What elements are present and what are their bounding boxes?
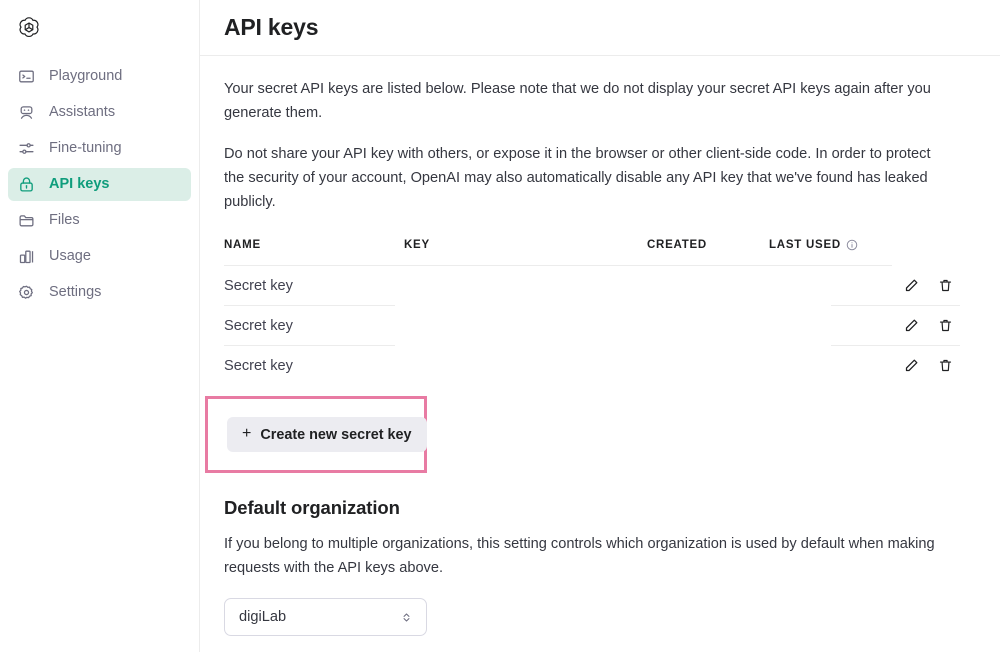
sliders-icon	[18, 140, 35, 157]
sidebar-nav: Playground Assistants Fine-tuning API ke…	[0, 56, 199, 309]
row-actions	[889, 277, 960, 295]
table-row: Secret key	[224, 266, 960, 305]
table-header-row: NAME KEY CREATED LAST USED	[224, 234, 960, 256]
chevron-up-down-icon	[400, 610, 413, 625]
folder-icon	[18, 212, 35, 229]
key-name: Secret key	[224, 317, 293, 334]
sidebar-item-fine-tuning[interactable]: Fine-tuning	[8, 132, 191, 165]
gear-icon	[18, 284, 35, 301]
top-bar: API keys	[200, 0, 1000, 56]
sidebar: Playground Assistants Fine-tuning API ke…	[0, 0, 200, 652]
create-new-secret-key-button[interactable]: + Create new secret key	[227, 417, 427, 453]
terminal-icon	[18, 68, 35, 85]
pencil-icon[interactable]	[902, 317, 920, 335]
column-header-last-used: LAST USED	[769, 239, 889, 251]
sidebar-item-label: Files	[49, 212, 80, 229]
sidebar-item-files[interactable]: Files	[8, 204, 191, 237]
api-keys-page: Playground Assistants Fine-tuning API ke…	[0, 0, 1000, 652]
sidebar-item-label: Settings	[49, 284, 102, 301]
intro-paragraph-1: Your secret API keys are listed below. P…	[224, 81, 931, 121]
trash-icon[interactable]	[936, 317, 954, 335]
row-actions	[889, 357, 960, 375]
main-content: API keys Your secret API keys are listed…	[200, 0, 1000, 652]
intro-paragraph-2: Do not share your API key with others, o…	[224, 146, 931, 210]
bar-chart-icon	[18, 248, 35, 265]
pencil-icon[interactable]	[902, 357, 920, 375]
page-title: API keys	[224, 14, 319, 40]
trash-icon[interactable]	[936, 357, 954, 375]
default-organization-select[interactable]: digiLab	[224, 598, 427, 637]
robot-icon	[18, 104, 35, 121]
sidebar-item-playground[interactable]: Playground	[8, 60, 191, 93]
brand-logo[interactable]	[0, 0, 199, 56]
table-row: Secret key	[224, 306, 960, 345]
default-organization-heading: Default organization	[224, 497, 400, 519]
sidebar-item-usage[interactable]: Usage	[8, 240, 191, 273]
column-header-key: KEY	[404, 239, 430, 252]
table-row: Secret key	[224, 346, 960, 385]
api-keys-table: NAME KEY CREATED LAST USED Secret key Se…	[224, 234, 960, 385]
sidebar-item-label: Usage	[49, 248, 91, 265]
key-name: Secret key	[224, 277, 293, 294]
lock-icon	[18, 176, 35, 193]
trash-icon[interactable]	[936, 277, 954, 295]
plus-icon: +	[242, 425, 252, 443]
pencil-icon[interactable]	[902, 277, 920, 295]
sidebar-item-settings[interactable]: Settings	[8, 276, 191, 309]
create-key-highlight-box: + Create new secret key	[205, 396, 427, 474]
default-organization-description: If you belong to multiple organizations,…	[224, 536, 935, 576]
column-header-created: CREATED	[647, 239, 707, 252]
sidebar-item-api-keys[interactable]: API keys	[8, 168, 191, 201]
info-circle-icon[interactable]	[846, 239, 858, 251]
sidebar-item-label: Fine-tuning	[49, 140, 122, 157]
openai-logo-icon	[16, 15, 42, 41]
column-header-name: NAME	[224, 239, 261, 252]
key-name: Secret key	[224, 357, 293, 374]
default-organization-value: digiLab	[239, 609, 287, 626]
content-body: Your secret API keys are listed below. P…	[200, 56, 1000, 652]
sidebar-item-label: API keys	[49, 176, 110, 193]
column-header-last-used-label: LAST USED	[769, 239, 841, 252]
sidebar-item-label: Playground	[49, 68, 123, 85]
create-new-secret-key-label: Create new secret key	[260, 426, 412, 443]
row-actions	[889, 317, 960, 335]
sidebar-item-assistants[interactable]: Assistants	[8, 96, 191, 129]
sidebar-item-label: Assistants	[49, 104, 116, 121]
